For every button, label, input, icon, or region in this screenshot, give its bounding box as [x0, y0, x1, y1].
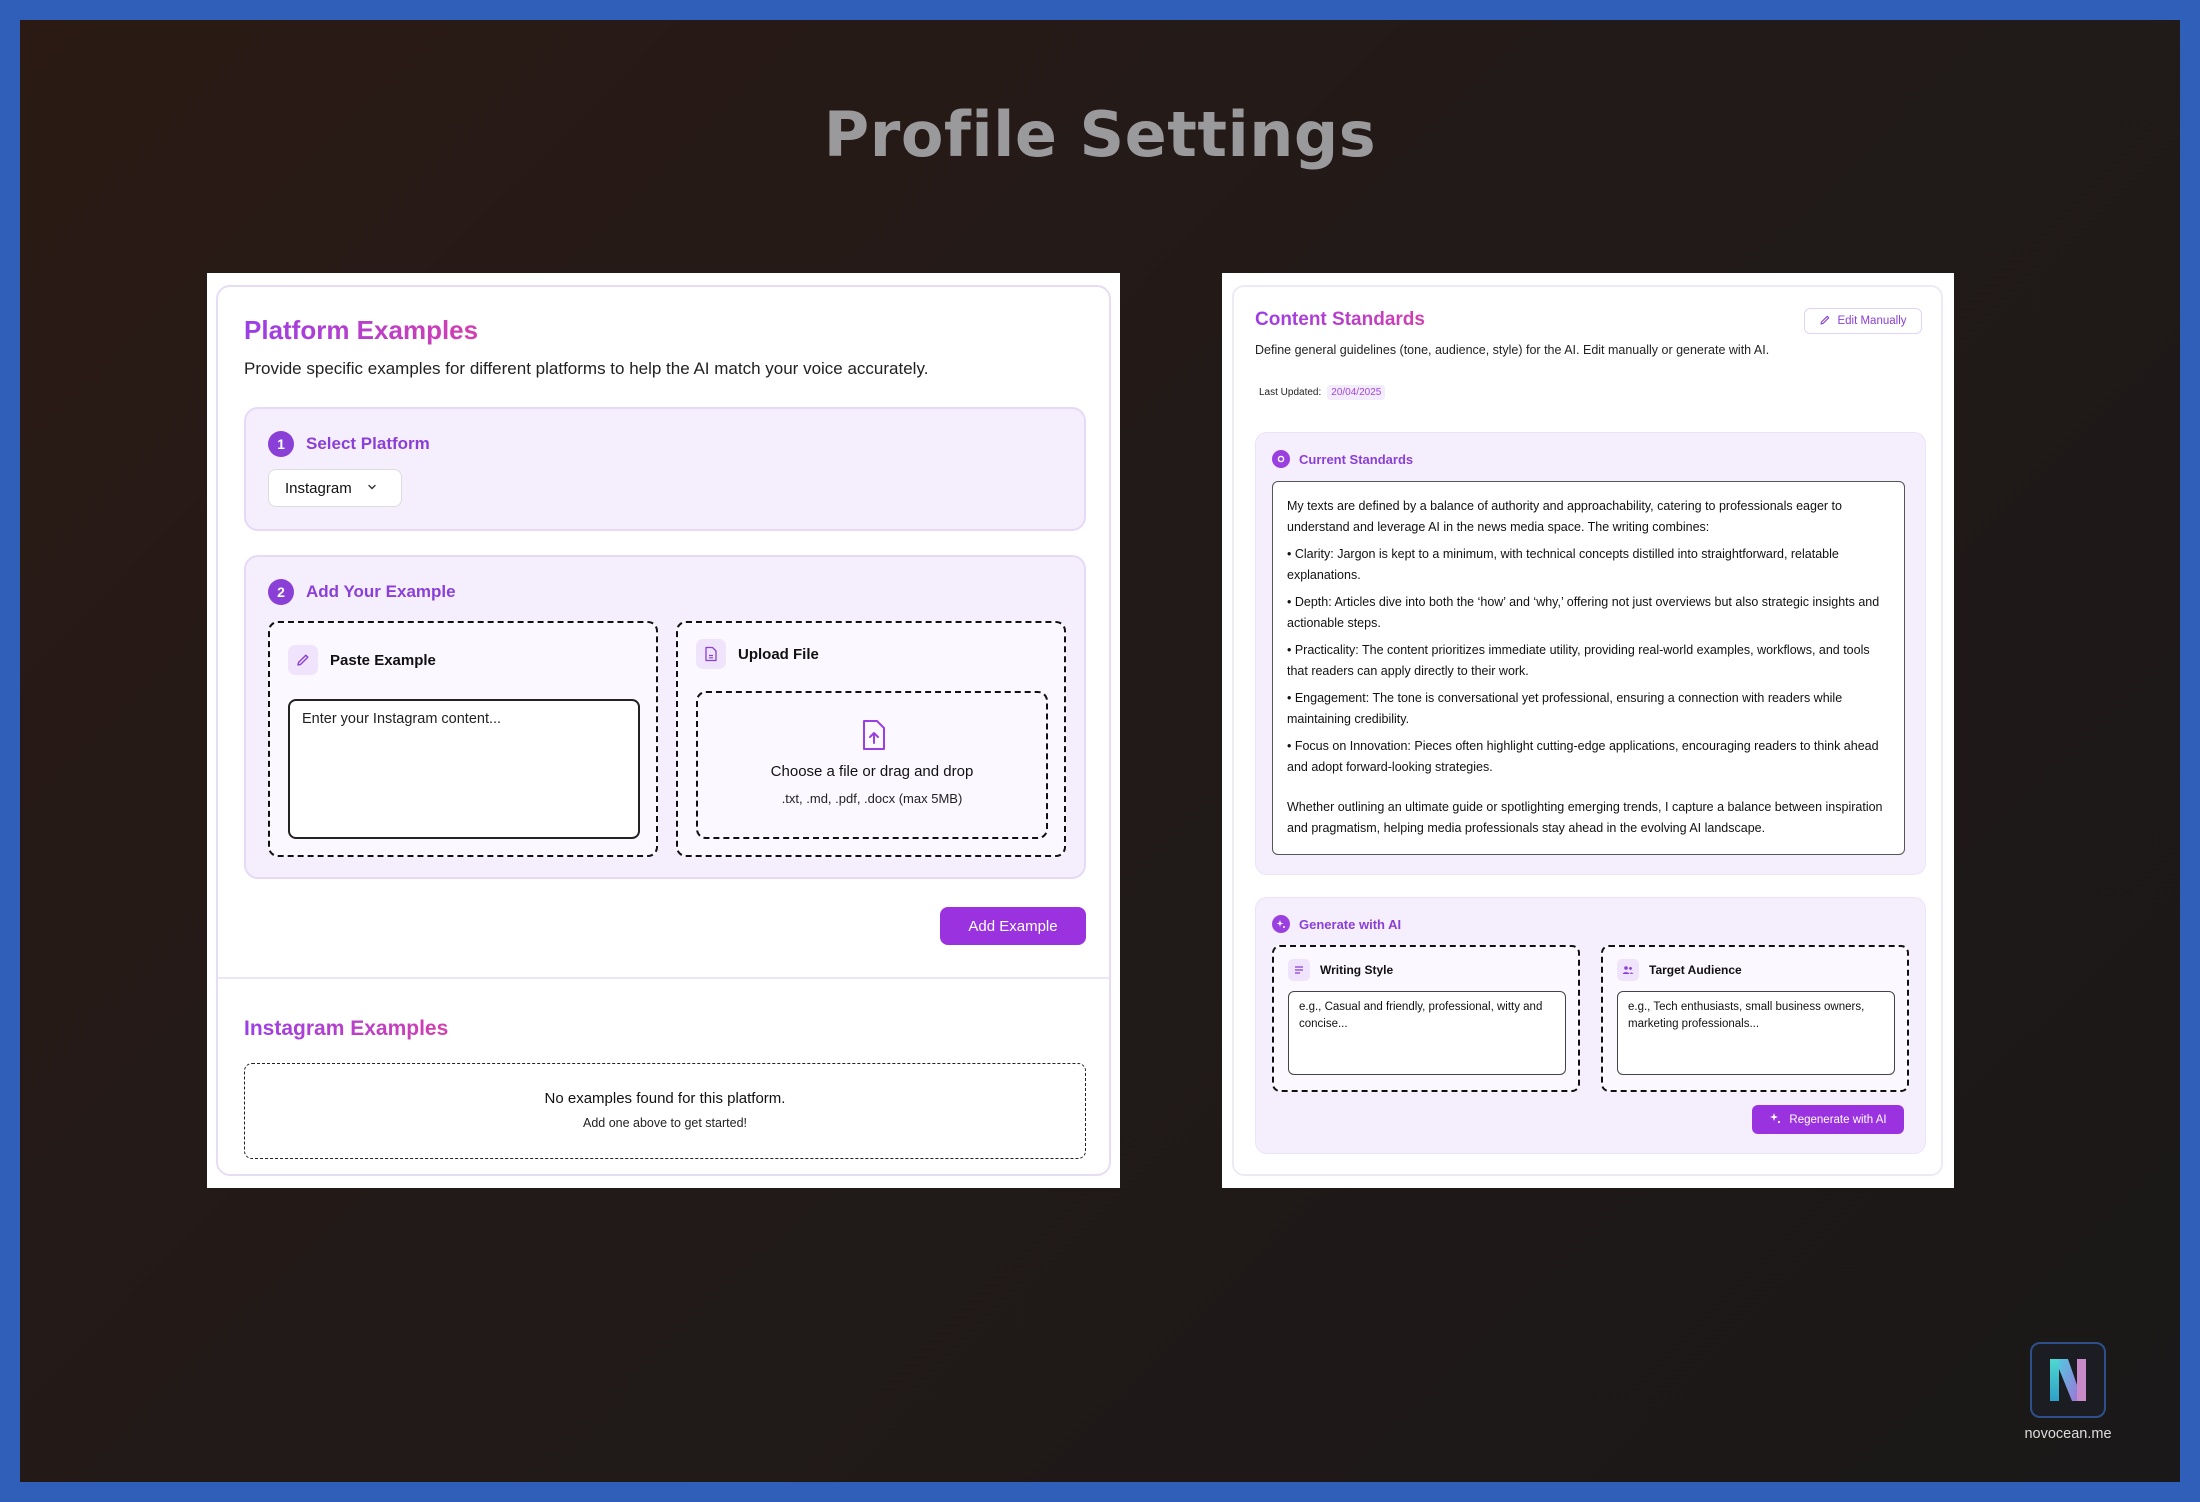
standards-paragraph: Whether outlining an ultimate guide or s… — [1287, 800, 1883, 835]
standards-paragraph: • Engagement: The tone is conversational… — [1287, 691, 1843, 726]
edit-manually-button[interactable]: Edit Manually — [1804, 308, 1922, 334]
upload-file-label: Upload File — [738, 645, 819, 663]
sparkles-icon — [1769, 1112, 1781, 1127]
paste-example-box: Paste Example Enter your Instagram conte… — [268, 621, 658, 857]
standards-paragraph: • Clarity: Jargon is kept to a minimum, … — [1287, 547, 1839, 582]
users-icon — [1617, 959, 1639, 981]
step-1-badge: 1 — [268, 431, 294, 457]
standards-icon — [1272, 450, 1290, 468]
step-1-label: Select Platform — [306, 434, 430, 453]
empty-state-hint: Add one above to get started! — [582, 1116, 747, 1130]
step-2-badge: 2 — [268, 579, 294, 605]
brand-logo — [2030, 1342, 2106, 1418]
step-1-header: 1 Select Platform — [268, 431, 430, 457]
current-standards-label: Current Standards — [1299, 451, 1414, 467]
section-divider — [218, 977, 1109, 979]
current-standards-text: My texts are defined by a balance of aut… — [1272, 481, 1905, 855]
empty-state-message: No examples found for this platform. — [544, 1090, 786, 1107]
example-content-textarea[interactable]: Enter your Instagram content... — [288, 699, 640, 839]
last-updated-label: Last Updated: — [1259, 387, 1322, 398]
platform-examples-title: Platform Examples — [244, 315, 479, 345]
content-standards-description: Define general guidelines (tone, audienc… — [1255, 343, 1770, 357]
standards-paragraph: My texts are defined by a balance of aut… — [1287, 499, 1842, 534]
standards-paragraph: • Practicality: The content prioritizes … — [1287, 643, 1870, 678]
target-audience-label: Target Audience — [1649, 963, 1742, 977]
last-updated-date: 20/04/2025 — [1327, 385, 1386, 400]
edit-manually-label: Edit Manually — [1837, 315, 1907, 327]
current-standards-header: Current Standards — [1272, 450, 1413, 468]
paste-example-header: Paste Example — [288, 645, 436, 675]
writing-style-input[interactable]: e.g., Casual and friendly, professional,… — [1288, 991, 1566, 1075]
content-standards-title: Content Standards — [1255, 309, 1425, 330]
instagram-examples-title: Instagram Examples — [244, 1017, 449, 1040]
standards-paragraph: • Focus on Innovation: Pieces often high… — [1287, 739, 1879, 774]
platform-examples-subtitle: Provide specific examples for different … — [244, 359, 929, 378]
content-standards-card: Content Standards Define general guideli… — [1232, 285, 1943, 1176]
add-example-button[interactable]: Add Example — [940, 907, 1086, 945]
file-drop-zone[interactable]: Choose a file or drag and drop .txt, .md… — [696, 691, 1048, 839]
platform-examples-card: Platform Examples Provide specific examp… — [216, 285, 1111, 1176]
step-2-header: 2 Add Your Example — [268, 579, 456, 605]
select-platform-section: 1 Select Platform Instagram — [244, 407, 1086, 531]
generate-with-ai-section: Generate with AI Writing Style e.g., Cas… — [1255, 897, 1926, 1154]
upload-file-box: Upload File Choose a file or drag and dr… — [676, 621, 1066, 857]
content-standards-panel: Content Standards Define general guideli… — [1222, 273, 1954, 1188]
target-audience-input[interactable]: e.g., Tech enthusiasts, small business o… — [1617, 991, 1895, 1075]
generate-with-ai-header: Generate with AI — [1272, 915, 1401, 933]
pencil-icon — [288, 645, 318, 675]
generate-with-ai-label: Generate with AI — [1299, 916, 1402, 932]
brand-site: novocean.me — [2024, 1426, 2112, 1442]
file-icon — [696, 639, 726, 669]
page-title: Profile Settings — [823, 98, 1377, 171]
text-lines-icon — [1288, 959, 1310, 981]
drop-zone-title: Choose a file or drag and drop — [770, 763, 974, 780]
standards-paragraph: • Depth: Articles dive into both the ‘ho… — [1287, 595, 1880, 630]
platform-select-value: Instagram — [285, 479, 352, 497]
paste-example-label: Paste Example — [330, 651, 436, 669]
regenerate-label: Regenerate with AI — [1789, 1113, 1887, 1126]
writing-style-label: Writing Style — [1320, 963, 1394, 977]
file-upload-icon — [860, 719, 888, 756]
target-audience-header: Target Audience — [1617, 959, 1742, 981]
writing-style-header: Writing Style — [1288, 959, 1393, 981]
drop-zone-formats: .txt, .md, .pdf, .docx (max 5MB) — [781, 791, 963, 806]
pencil-icon — [1819, 314, 1831, 329]
last-updated: Last Updated: 20/04/2025 — [1259, 385, 1386, 400]
empty-examples-state: No examples found for this platform. Add… — [244, 1063, 1086, 1159]
platform-select[interactable]: Instagram — [268, 469, 402, 507]
chevron-down-icon — [366, 480, 378, 497]
current-standards-section: Current Standards My texts are defined b… — [1255, 432, 1926, 875]
writing-style-box: Writing Style e.g., Casual and friendly,… — [1272, 945, 1580, 1092]
platform-examples-panel: Platform Examples Provide specific examp… — [207, 273, 1120, 1188]
upload-file-header: Upload File — [696, 639, 819, 669]
regenerate-with-ai-button[interactable]: Regenerate with AI — [1752, 1105, 1904, 1134]
step-2-label: Add Your Example — [306, 582, 456, 601]
target-audience-box: Target Audience e.g., Tech enthusiasts, … — [1601, 945, 1909, 1092]
sparkles-icon — [1272, 915, 1290, 933]
add-example-section: 2 Add Your Example Paste Example Enter y… — [244, 555, 1086, 879]
